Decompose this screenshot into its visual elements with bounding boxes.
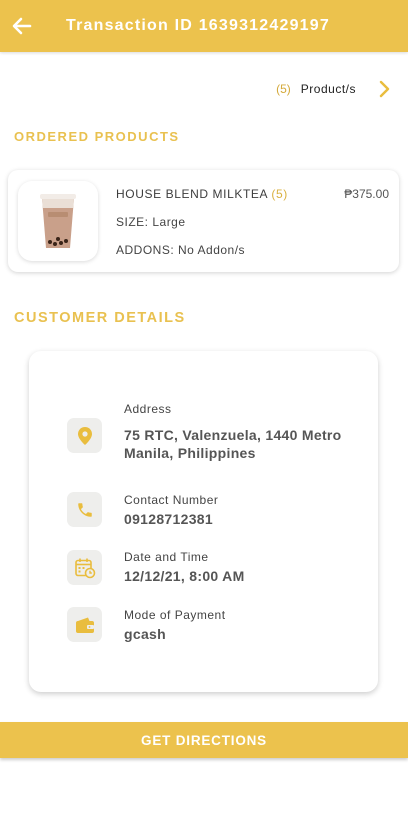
product-quantity: (5): [271, 187, 288, 201]
back-button[interactable]: [0, 0, 44, 52]
customer-details-card: Address 75 RTC, Valenzuela, 1440 Metro M…: [29, 351, 378, 692]
page-title: Transaction ID 1639312429197: [66, 17, 330, 34]
location-pin-icon: [67, 418, 102, 453]
chevron-right-icon[interactable]: [378, 80, 390, 98]
product-image: [18, 181, 98, 261]
product-size: SIZE: Large: [116, 215, 186, 229]
app-bar: Transaction ID 1639312429197: [0, 0, 408, 52]
product-addons: ADDONS: No Addon/s: [116, 243, 246, 257]
products-label: Product/s: [300, 82, 356, 96]
customer-details-heading: CUSTOMER DETAILS: [14, 310, 186, 326]
product-card[interactable]: HOUSE BLEND MILKTEA (5) ₱375.00 SIZE: La…: [8, 170, 399, 272]
products-count: (5): [276, 82, 291, 96]
products-summary[interactable]: (5) Product/s: [276, 78, 390, 100]
payment-value: gcash: [124, 626, 166, 642]
product-name: HOUSE BLEND MILKTEA (5): [116, 187, 288, 201]
phone-icon: [67, 492, 102, 527]
arrow-left-icon: [12, 17, 32, 35]
address-value: 75 RTC, Valenzuela, 1440 Metro Manila, P…: [124, 427, 342, 461]
calendar-clock-icon: [67, 550, 102, 585]
contact-value: 09128712381: [124, 511, 213, 527]
ordered-products-heading: ORDERED PRODUCTS: [14, 129, 180, 144]
address-label: Address: [124, 402, 172, 416]
payment-label: Mode of Payment: [124, 608, 226, 622]
get-directions-button[interactable]: GET DIRECTIONS: [0, 722, 408, 758]
wallet-icon: [67, 607, 102, 642]
milktea-cup-image: [40, 194, 76, 248]
product-name-text: HOUSE BLEND MILKTEA: [116, 187, 268, 201]
datetime-label: Date and Time: [124, 550, 209, 564]
contact-label: Contact Number: [124, 493, 219, 507]
product-price: ₱375.00: [344, 187, 389, 201]
datetime-value: 12/12/21, 8:00 AM: [124, 568, 245, 584]
